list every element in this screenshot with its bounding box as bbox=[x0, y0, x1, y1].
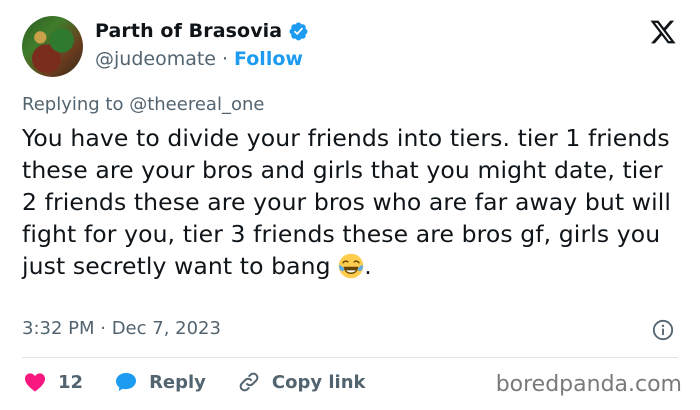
follow-button[interactable]: Follow bbox=[234, 48, 303, 70]
speech-bubble-icon bbox=[116, 373, 137, 391]
crying-laughing-emoji bbox=[338, 252, 364, 280]
action-bar: 12 Reply Copy link bbox=[22, 370, 366, 394]
verified-badge-icon bbox=[289, 22, 308, 40]
reply-label: Reply bbox=[149, 371, 206, 393]
replying-to-prefix: Replying to bbox=[22, 94, 124, 115]
copy-link-button[interactable]: Copy link bbox=[236, 370, 366, 394]
tweet-trailing: . bbox=[364, 252, 372, 280]
link-icon bbox=[239, 372, 259, 392]
author-name-row: Parth of Brasovia bbox=[95, 20, 309, 42]
separator-dot: · bbox=[222, 48, 229, 70]
watermark: boredpanda.com bbox=[495, 372, 682, 397]
author-handle-row: @judeomate · Follow bbox=[95, 48, 303, 70]
divider bbox=[22, 357, 678, 358]
replying-to: Replying to @theereal_one bbox=[22, 94, 264, 115]
like-count: 12 bbox=[58, 371, 84, 393]
avatar[interactable] bbox=[22, 16, 83, 77]
replying-to-mention[interactable]: @theereal_one bbox=[129, 94, 264, 115]
heart-icon bbox=[25, 373, 45, 392]
face-with-tears-of-joy-icon bbox=[338, 253, 364, 279]
reply-button[interactable]: Reply bbox=[113, 370, 206, 394]
info-icon[interactable] bbox=[652, 319, 674, 341]
x-logo-icon[interactable] bbox=[648, 18, 678, 46]
tweet-timestamp[interactable]: 3:32 PM · Dec 7, 2023 bbox=[22, 318, 221, 339]
like-button[interactable]: 12 bbox=[22, 370, 83, 394]
copy-link-label: Copy link bbox=[271, 371, 366, 393]
author-display-name[interactable]: Parth of Brasovia bbox=[95, 20, 282, 42]
author-handle[interactable]: @judeomate bbox=[95, 48, 216, 70]
tweet-text: You have to divide your friends into tie… bbox=[22, 122, 682, 282]
